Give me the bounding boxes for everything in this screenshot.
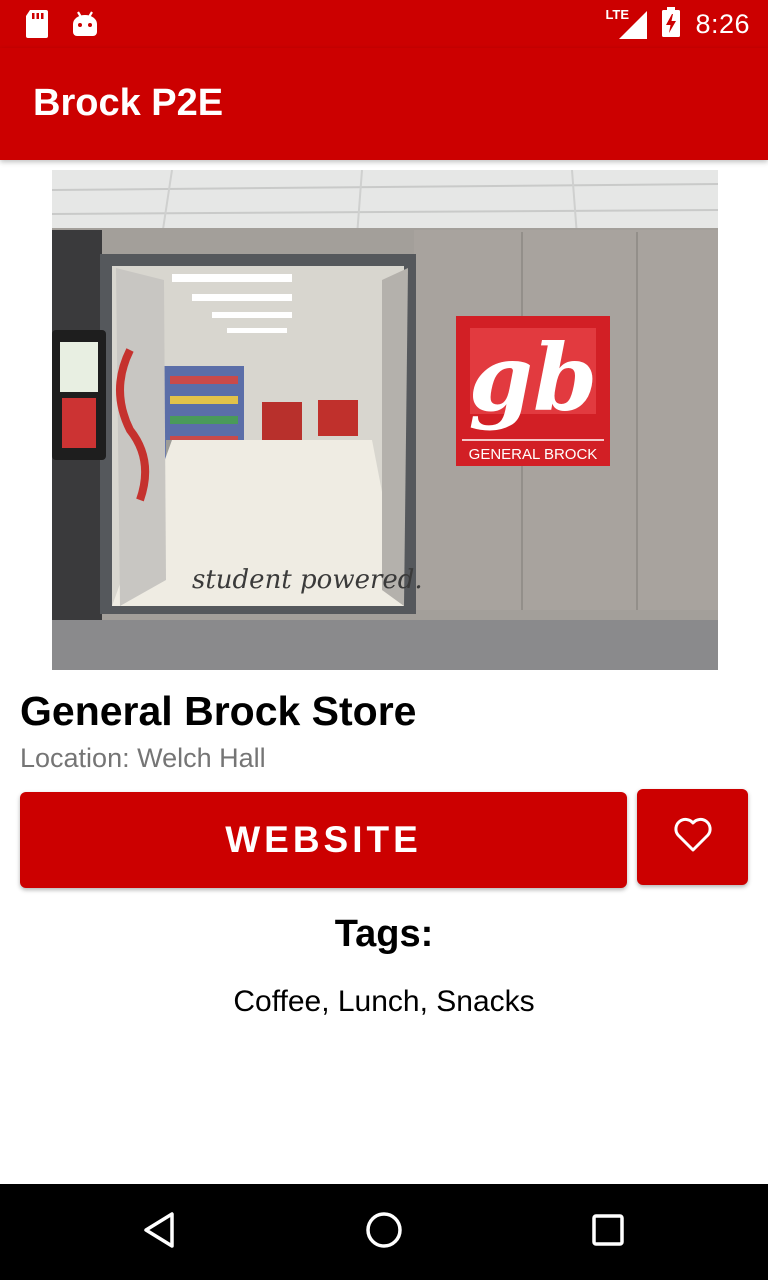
app-title: Brock P2E [33,82,224,124]
sd-card-icon [24,10,50,43]
svg-text:gb: gb [469,324,598,432]
tags-heading: Tags: [334,913,434,955]
heart-outline-icon [673,817,713,858]
back-icon [140,1210,180,1255]
android-debug-icon [72,10,98,43]
home-icon [364,1210,404,1255]
favorite-button[interactable] [637,789,748,885]
home-button[interactable] [336,1184,432,1280]
status-indicators: LTE 8:26 [605,0,750,48]
lte-signal-icon: LTE [605,7,648,39]
network-type-label: LTE [605,7,630,22]
store-location: Location: Welch Hall [20,743,266,773]
back-button[interactable] [112,1184,208,1280]
app-bar: Brock P2E [0,48,768,160]
status-notifications [24,10,98,43]
navigation-bar [0,1184,768,1280]
tags-list: Coffee, Lunch, Snacks [233,985,535,1018]
store-photo: student powered. gb GENERAL BROCK [52,170,718,670]
status-clock: 8:26 [695,8,750,39]
recents-button[interactable] [560,1184,656,1280]
recents-icon [588,1210,628,1255]
status-bar: LTE 8:26 [0,0,768,48]
website-button[interactable]: WEBSITE [20,792,627,888]
store-name: General Brock Store [20,688,417,734]
battery-charging-icon [661,6,681,42]
photo-sign-label: GENERAL BROCK [469,446,598,463]
floor-slogan: student powered. [192,565,423,595]
